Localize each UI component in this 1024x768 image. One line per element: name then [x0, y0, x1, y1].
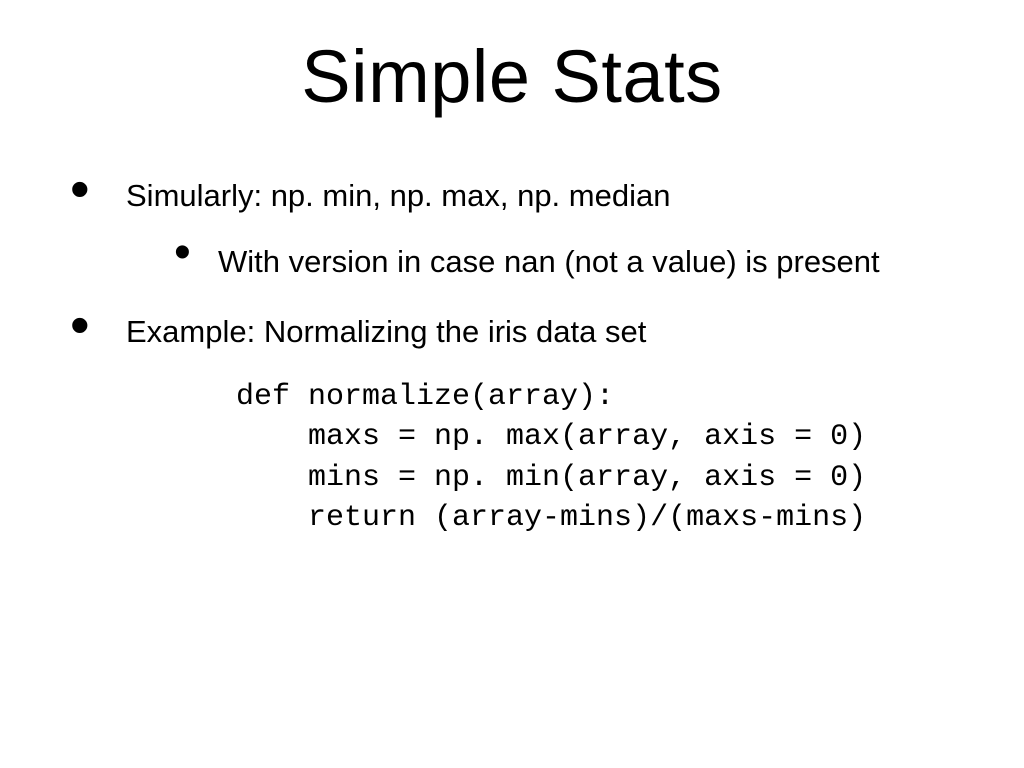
bullet-list: Simularly: np. min, np. max, np. median …	[0, 175, 1024, 539]
sub-bullet-text: With version in case nan (not a value) i…	[218, 244, 880, 279]
code-block: def normalize(array): maxs = np. max(arr…	[236, 377, 964, 539]
bullet-text: Example: Normalizing the iris data set	[126, 314, 646, 349]
sub-bullet-item: With version in case nan (not a value) i…	[174, 241, 964, 283]
bullet-item-1: Simularly: np. min, np. max, np. median …	[70, 175, 964, 283]
slide-title: Simple Stats	[0, 0, 1024, 119]
bullet-text: Simularly: np. min, np. max, np. median	[126, 178, 670, 213]
sub-bullet-list: With version in case nan (not a value) i…	[126, 241, 964, 283]
bullet-item-2: Example: Normalizing the iris data set d…	[70, 311, 964, 539]
slide: Simple Stats Simularly: np. min, np. max…	[0, 0, 1024, 768]
